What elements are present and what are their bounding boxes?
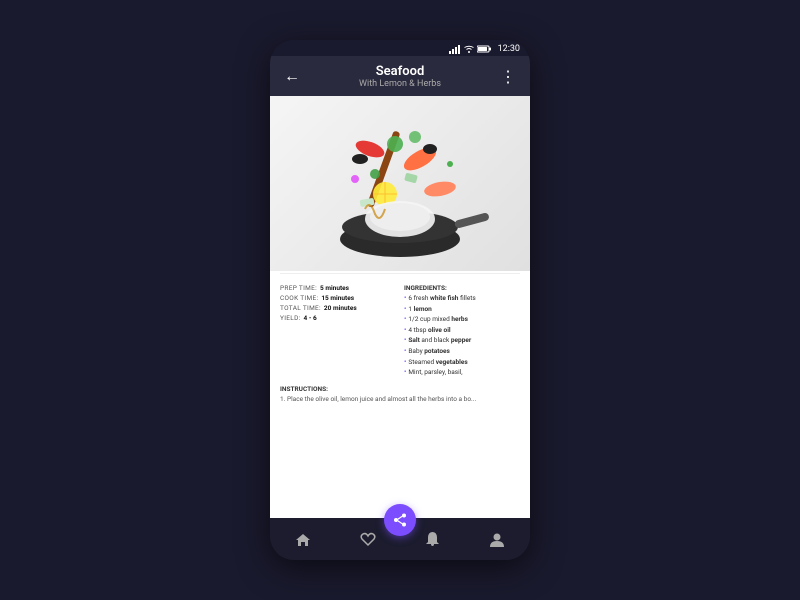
ingredient-8: • Mint, parsley, basil, — [404, 368, 520, 377]
bullet-2: • — [404, 305, 406, 314]
content-area: PREP TIME: 5 minutes COOK TIME: 15 minut… — [270, 96, 530, 518]
phone-frame: 12:30 ← Seafood With Lemon & Herbs ⋮ — [270, 40, 530, 560]
ingredient-6: • Baby potatoes — [404, 347, 520, 356]
ingredient-3: • 1/2 cup mixed herbs — [404, 315, 520, 324]
bullet-8: • — [404, 368, 406, 377]
nav-profile[interactable] — [489, 532, 505, 548]
yield-row: YIELD: 4 - 6 — [280, 314, 396, 322]
divider — [280, 273, 520, 274]
nav-favorites[interactable] — [360, 532, 376, 548]
instructions-area: INSTRUCTIONS: 1. Place the olive oil, le… — [270, 383, 530, 408]
status-bar: 12:30 — [270, 40, 530, 56]
status-icons: 12:30 — [449, 44, 520, 54]
bullet-3: • — [404, 315, 406, 324]
yield-value: 4 - 6 — [304, 314, 317, 322]
top-bar-center: Seafood With Lemon & Herbs — [304, 64, 496, 89]
fab-share-button[interactable] — [384, 504, 416, 536]
nav-notifications[interactable] — [425, 532, 440, 548]
bullet-4: • — [404, 326, 406, 335]
status-time: 12:30 — [498, 44, 520, 54]
wifi-icon — [464, 45, 474, 53]
recipe-details: PREP TIME: 5 minutes COOK TIME: 15 minut… — [270, 276, 530, 383]
ingredients-section: INGREDIENTS: • 6 fresh white fish fillet… — [404, 284, 520, 379]
ingredient-1: • 6 fresh white fish fillets — [404, 294, 520, 303]
cook-label: COOK TIME: — [280, 294, 318, 302]
nav-home[interactable] — [295, 532, 311, 548]
prep-value: 5 minutes — [320, 284, 349, 292]
prep-label: PREP TIME: — [280, 284, 317, 292]
bullet-5: • — [404, 336, 406, 345]
recipe-title: Seafood — [304, 64, 496, 79]
back-button[interactable]: ← — [280, 64, 304, 88]
instructions-label: INSTRUCTIONS: — [280, 385, 520, 393]
signal-icon — [449, 45, 461, 54]
bottom-nav — [270, 518, 530, 560]
recipe-subtitle: With Lemon & Herbs — [304, 79, 496, 89]
bullet-1: • — [404, 294, 406, 303]
total-time-row: TOTAL TIME: 20 minutes — [280, 304, 396, 312]
yield-label: YIELD: — [280, 314, 301, 322]
share-icon — [393, 513, 407, 527]
ingredient-5: • Salt and black pepper — [404, 336, 520, 345]
recipe-meta: PREP TIME: 5 minutes COOK TIME: 15 minut… — [280, 284, 396, 379]
more-button[interactable]: ⋮ — [496, 65, 520, 88]
food-image-container — [270, 96, 530, 271]
ingredients-label: INGREDIENTS: — [404, 284, 520, 292]
ingredient-4: • 4 tbsp olive oil — [404, 326, 520, 335]
ingredient-2: • 1 lemon — [404, 305, 520, 314]
food-illustration — [300, 99, 500, 269]
ingredient-7: • Steamed vegetables — [404, 358, 520, 367]
battery-icon — [477, 45, 491, 53]
total-label: TOTAL TIME: — [280, 304, 321, 312]
total-value: 20 minutes — [324, 304, 357, 312]
top-bar: ← Seafood With Lemon & Herbs ⋮ — [270, 56, 530, 96]
cook-value: 15 minutes — [321, 294, 354, 302]
bullet-6: • — [404, 347, 406, 356]
bullet-7: • — [404, 358, 406, 367]
cook-time-row: COOK TIME: 15 minutes — [280, 294, 396, 302]
instructions-text: 1. Place the olive oil, lemon juice and … — [280, 395, 520, 404]
prep-time-row: PREP TIME: 5 minutes — [280, 284, 396, 292]
